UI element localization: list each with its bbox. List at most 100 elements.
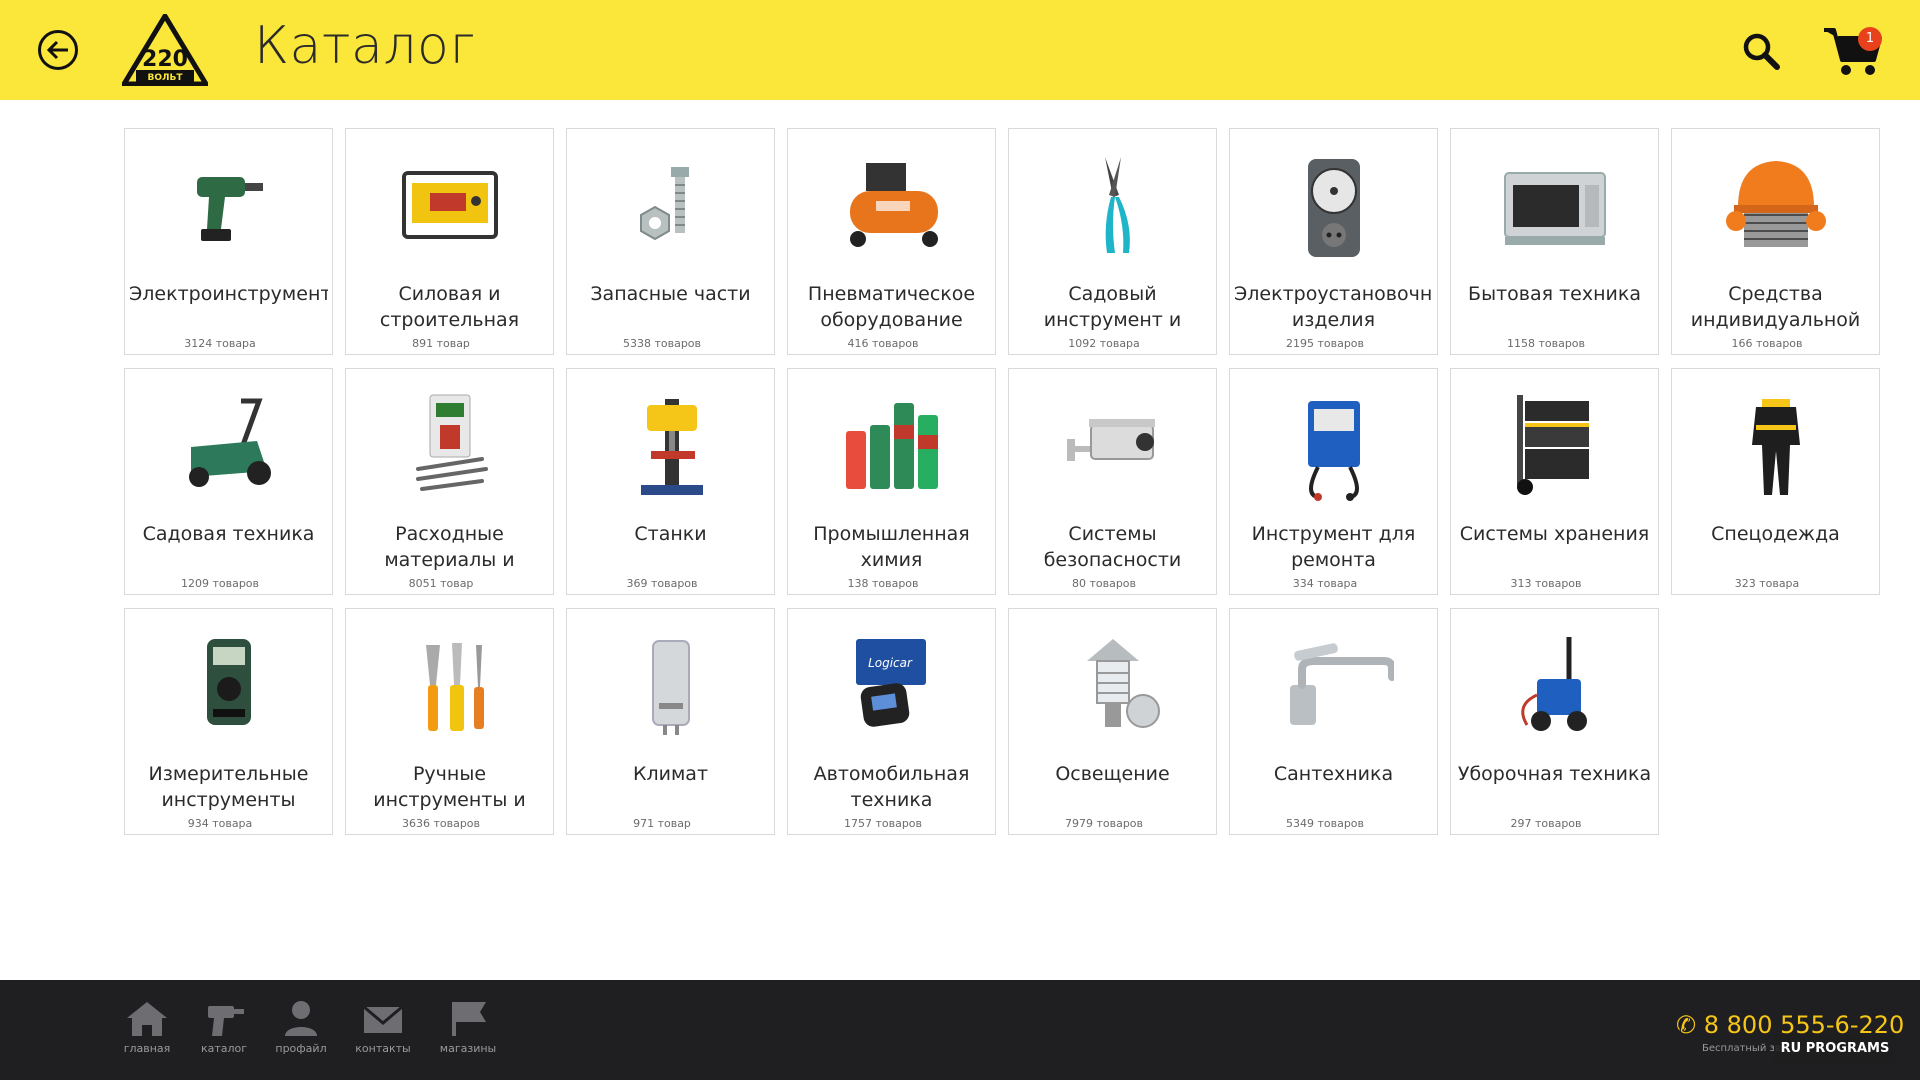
pruner-icon xyxy=(1009,141,1216,269)
category-name: Расходные материалы и xyxy=(384,523,515,571)
category-tile[interactable]: Бытовая техника 1158 товаров xyxy=(1450,128,1659,355)
category-count: 1757 товаров xyxy=(843,817,923,830)
category-tile[interactable]: Силовая и строительная 891 товар xyxy=(345,128,554,355)
workwear-icon xyxy=(1672,381,1879,509)
spray-cans-icon xyxy=(788,381,995,509)
back-button[interactable] xyxy=(38,30,78,70)
socket-timer-icon xyxy=(1230,141,1437,269)
category-tile[interactable]: Станки 369 товаров xyxy=(566,368,775,595)
nav-stores[interactable]: магазины xyxy=(433,998,503,1055)
flag-icon xyxy=(452,1002,486,1036)
category-count: 138 товаров xyxy=(847,577,919,590)
category-tile[interactable]: Климат 971 товар xyxy=(566,608,775,835)
category-count: 313 товаров xyxy=(1510,577,1582,590)
bottom-nav-bar: главная каталог профайл контакты магазин… xyxy=(0,980,1920,1080)
security-camera-icon xyxy=(1009,381,1216,509)
category-name: Садовая техника xyxy=(142,523,315,545)
nav-profile[interactable]: профайл xyxy=(266,998,336,1055)
nav-home-label: главная xyxy=(123,1042,171,1055)
category-name: Инструмент для ремонта автомобиля xyxy=(1251,523,1416,571)
multimeter-icon xyxy=(125,621,332,749)
cart-count-badge: 1 xyxy=(1858,27,1882,51)
category-name: Измерительные инструменты xyxy=(148,763,309,811)
phone-icon: ✆ xyxy=(1676,1011,1697,1039)
category-name: Пневматическое оборудование xyxy=(807,283,976,331)
hotline-note: Бесплатный зв xyxy=(1702,1043,1781,1054)
category-tile[interactable]: Измерительные инструменты 934 товара xyxy=(124,608,333,835)
mail-icon xyxy=(363,1005,403,1033)
category-tile[interactable]: Запасные части 5338 товаров xyxy=(566,128,775,355)
category-tile[interactable]: Промышленная химия 138 товаров xyxy=(787,368,996,595)
category-tile[interactable]: Инструмент для ремонта автомобиля 334 тов… xyxy=(1229,368,1438,595)
category-count: 2195 товаров xyxy=(1285,337,1365,350)
category-name: Силовая и строительная xyxy=(379,283,520,331)
nav-stores-label: магазины xyxy=(439,1042,497,1055)
faucet-icon xyxy=(1230,621,1437,749)
category-count: 1158 товаров xyxy=(1506,337,1586,350)
category-name: Системы хранения xyxy=(1459,523,1650,545)
category-count: 323 товара xyxy=(1734,577,1800,590)
logo-number: 220 xyxy=(142,47,188,72)
category-tile[interactable]: Системы хранения 313 товаров xyxy=(1450,368,1659,595)
category-tile[interactable]: Уборочная техника 297 товаров xyxy=(1450,608,1659,835)
category-tile[interactable]: Пневматическое оборудование 416 товаров xyxy=(787,128,996,355)
nav-catalog-label: каталог xyxy=(200,1042,248,1055)
category-tile[interactable]: Садовая техника 1209 товаров xyxy=(124,368,333,595)
drill-icon xyxy=(125,141,332,269)
generator-icon xyxy=(346,141,553,269)
category-name: Запасные части xyxy=(590,283,751,305)
category-count: 297 товаров xyxy=(1510,817,1582,830)
category-name: Промышленная химия xyxy=(813,523,970,571)
category-name: Средства индивидуальной xyxy=(1690,283,1861,331)
category-tile[interactable]: Садовый инструмент и инвентарь 1092 товар… xyxy=(1008,128,1217,355)
water-heater-icon xyxy=(567,621,774,749)
category-tile[interactable]: Спецодежда 323 товара xyxy=(1671,368,1880,595)
category-count: 3124 товара xyxy=(184,337,256,350)
category-tile[interactable]: Ручные инструменты и приспособления 3636 … xyxy=(345,608,554,835)
nav-catalog[interactable]: каталог xyxy=(189,998,259,1055)
category-count: 5338 товаров xyxy=(622,337,702,350)
category-count: 7979 товаров xyxy=(1064,817,1144,830)
category-name: Системы безопасности xyxy=(1043,523,1182,571)
page-title: Каталог xyxy=(254,16,476,76)
category-tile[interactable]: Logicar Автомобильная техника 1757 товаров xyxy=(787,608,996,835)
category-tile[interactable]: Средства индивидуальной 166 товаров xyxy=(1671,128,1880,355)
category-tile[interactable]: Расходные материалы и 8051 товар xyxy=(345,368,554,595)
category-name: Сантехника xyxy=(1273,763,1394,785)
category-tile[interactable]: Системы безопасности 80 товаров xyxy=(1008,368,1217,595)
drill-bits-icon xyxy=(346,381,553,509)
user-icon xyxy=(285,1001,317,1036)
nav-contacts[interactable]: контакты xyxy=(348,998,418,1055)
category-count: 416 товаров xyxy=(847,337,919,350)
category-name: Климат xyxy=(632,763,709,785)
watermark-logo: RU PROGRAMS xyxy=(1774,1034,1896,1064)
logo-220-volt[interactable]: 220 ВОЛЬТ xyxy=(122,14,208,86)
category-name: Электроустановочные изделия xyxy=(1234,283,1433,331)
top-app-bar: 220 ВОЛЬТ Каталог 1 xyxy=(0,0,1920,100)
category-tile[interactable]: Электроустановочные изделия 2195 товаров xyxy=(1229,128,1438,355)
category-count: 80 товаров xyxy=(1071,577,1137,590)
bolt-nut-icon xyxy=(567,141,774,269)
category-count: 891 товар xyxy=(412,337,470,350)
tool-trolley-icon xyxy=(1451,381,1658,509)
category-name: Станки xyxy=(634,523,707,545)
category-tile[interactable]: Электроинструменты 3124 товара xyxy=(124,128,333,355)
category-count: 1209 товаров xyxy=(180,577,260,590)
category-name: Садовый инструмент и инвентарь xyxy=(1043,283,1182,331)
category-count: 971 товар xyxy=(633,817,691,830)
category-count: 334 товара xyxy=(1292,577,1358,590)
drill-press-icon xyxy=(567,381,774,509)
category-name: Спецодежда xyxy=(1711,523,1840,545)
category-tile[interactable]: Освещение 7979 товаров xyxy=(1008,608,1217,835)
drill-nav-icon xyxy=(208,1006,244,1036)
category-tile[interactable]: Сантехника 5349 товаров xyxy=(1229,608,1438,835)
category-count: 934 товара xyxy=(187,817,253,830)
home-icon xyxy=(127,1002,167,1036)
category-count: 369 товаров xyxy=(626,577,698,590)
category-name: Ручные инструменты и приспособления xyxy=(373,763,526,811)
nav-home[interactable]: главная xyxy=(112,998,182,1055)
lawnmower-icon xyxy=(125,381,332,509)
pressure-washer-icon xyxy=(1451,621,1658,749)
helmet-icon xyxy=(1672,141,1879,269)
search-icon[interactable] xyxy=(1740,30,1782,72)
